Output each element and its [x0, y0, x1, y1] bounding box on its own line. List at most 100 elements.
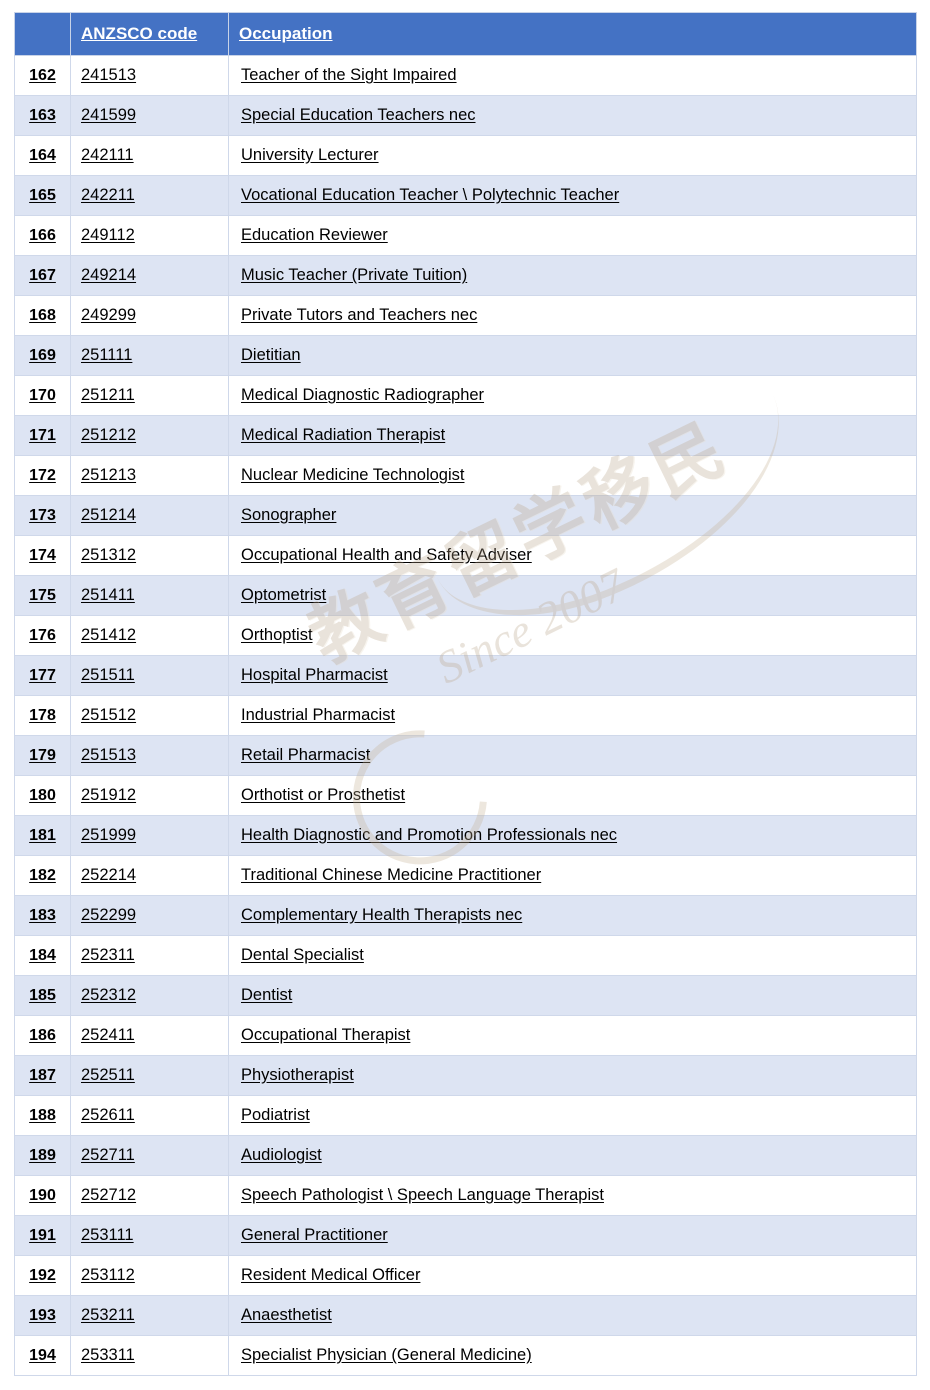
- row-index-value: 184: [29, 946, 56, 964]
- anzsco-code-value: 251412: [81, 626, 137, 644]
- row-index-value: 180: [29, 786, 56, 804]
- column-header-index: [14, 12, 71, 56]
- table-row: 186 252411 Occupational Therapist: [14, 1015, 917, 1056]
- row-index-value: 163: [29, 106, 56, 124]
- occupation-cell: Anaesthetist: [228, 1295, 917, 1336]
- occupation-cell: Music Teacher (Private Tuition): [228, 255, 917, 296]
- row-index-value: 185: [29, 986, 56, 1004]
- occupation-cell: Physiotherapist: [228, 1055, 917, 1096]
- table-row: 164 242111 University Lecturer: [14, 135, 917, 176]
- anzsco-code-cell: 241513: [70, 55, 229, 96]
- anzsco-code-value: 252299: [81, 906, 137, 924]
- row-index-cell: 168: [14, 295, 71, 336]
- anzsco-code-value: 251912: [81, 786, 137, 804]
- anzsco-code-cell: 253112: [70, 1255, 229, 1296]
- anzsco-code-cell: 251214: [70, 495, 229, 536]
- table-row: 175 251411 Optometrist: [14, 575, 917, 616]
- anzsco-code-value: 251111: [81, 346, 133, 364]
- anzsco-code-cell: 252311: [70, 935, 229, 976]
- occupation-value: Medical Diagnostic Radiographer: [241, 386, 485, 404]
- row-index-value: 168: [29, 306, 56, 324]
- anzsco-code-cell: 242211: [70, 175, 229, 216]
- occupation-value: Occupational Health and Safety Adviser: [241, 546, 532, 564]
- occupation-cell: Complementary Health Therapists nec: [228, 895, 917, 936]
- anzsco-code-cell: 252511: [70, 1055, 229, 1096]
- occupation-cell: Specialist Physician (General Medicine): [228, 1335, 917, 1376]
- row-index-value: 172: [29, 466, 56, 484]
- occupation-value: Nuclear Medicine Technologist: [241, 466, 465, 484]
- row-index-value: 194: [29, 1346, 56, 1364]
- anzsco-code-cell: 253111: [70, 1215, 229, 1256]
- row-index-value: 169: [29, 346, 56, 364]
- row-index-value: 189: [29, 1146, 56, 1164]
- occupation-cell: Dental Specialist: [228, 935, 917, 976]
- occupation-value: Dental Specialist: [241, 946, 364, 964]
- row-index-value: 170: [29, 386, 56, 404]
- table-row: 180 251912 Orthotist or Prosthetist: [14, 775, 917, 816]
- table-row: 179 251513 Retail Pharmacist: [14, 735, 917, 776]
- table-row: 182 252214 Traditional Chinese Medicine Pr…: [14, 855, 917, 896]
- anzsco-code-value: 252311: [81, 946, 135, 964]
- occupation-cell: Hospital Pharmacist: [228, 655, 917, 696]
- occupation-value: Specialist Physician (General Medicine): [241, 1346, 532, 1364]
- anzsco-code-value: 251511: [81, 666, 135, 684]
- table-row: 163 241599 Special Education Teachers nec: [14, 95, 917, 136]
- table-row: 173 251214 Sonographer: [14, 495, 917, 536]
- row-index-cell: 185: [14, 975, 71, 1016]
- anzsco-code-cell: 242111: [70, 135, 229, 176]
- anzsco-code-cell: 251411: [70, 575, 229, 616]
- anzsco-code-value: 251513: [81, 746, 137, 764]
- occupation-cell: Nuclear Medicine Technologist: [228, 455, 917, 496]
- row-index-value: 171: [29, 426, 56, 444]
- anzsco-code-value: 249112: [81, 226, 135, 244]
- row-index-cell: 172: [14, 455, 71, 496]
- occupation-cell: Dentist: [228, 975, 917, 1016]
- anzsco-code-cell: 241599: [70, 95, 229, 136]
- anzsco-code-cell: 251513: [70, 735, 229, 776]
- occupation-cell: Resident Medical Officer: [228, 1255, 917, 1296]
- anzsco-code-cell: 251511: [70, 655, 229, 696]
- occupation-cell: Orthotist or Prosthetist: [228, 775, 917, 816]
- anzsco-code-cell: 252312: [70, 975, 229, 1016]
- table-row: 171 251212 Medical Radiation Therapist: [14, 415, 917, 456]
- table-header-row: ANZSCO code Occupation: [14, 12, 917, 56]
- row-index-value: 179: [29, 746, 56, 764]
- row-index-value: 162: [29, 66, 56, 84]
- row-index-value: 190: [29, 1186, 56, 1204]
- table-row: 191 253111 General Practitioner: [14, 1215, 917, 1256]
- occupation-value: Complementary Health Therapists nec: [241, 906, 523, 924]
- table-row: 166 249112 Education Reviewer: [14, 215, 917, 256]
- table-row: 190 252712 Speech Pathologist \ Speech Lan…: [14, 1175, 917, 1216]
- anzsco-code-value: 251512: [81, 706, 137, 724]
- table-row: 192 253112 Resident Medical Officer: [14, 1255, 917, 1296]
- occupation-value: Dentist: [241, 986, 293, 1004]
- row-index-value: 165: [29, 186, 56, 204]
- occupation-value: Orthoptist: [241, 626, 313, 644]
- table-row: 187 252511 Physiotherapist: [14, 1055, 917, 1096]
- anzsco-code-value: 249299: [81, 306, 137, 324]
- table-row: 176 251412 Orthoptist: [14, 615, 917, 656]
- occupation-value: Retail Pharmacist: [241, 746, 371, 764]
- occupation-value: Resident Medical Officer: [241, 1266, 421, 1284]
- occupation-value: Traditional Chinese Medicine Practitione…: [241, 866, 542, 884]
- table-row: 169 251111 Dietitian: [14, 335, 917, 376]
- anzsco-code-value: 253311: [81, 1346, 135, 1364]
- occupation-cell: University Lecturer: [228, 135, 917, 176]
- anzsco-code-cell: 249112: [70, 215, 229, 256]
- anzsco-code-cell: 251412: [70, 615, 229, 656]
- table-row: 165 242211 Vocational Education Teacher \ …: [14, 175, 917, 216]
- row-index-cell: 184: [14, 935, 71, 976]
- anzsco-code-value: 252511: [81, 1066, 135, 1084]
- occupation-cell: General Practitioner: [228, 1215, 917, 1256]
- anzsco-code-cell: 251512: [70, 695, 229, 736]
- table-row: 167 249214 Music Teacher (Private Tuition): [14, 255, 917, 296]
- occupation-value: Speech Pathologist \ Speech Language The…: [241, 1186, 604, 1204]
- occupation-value: Sonographer: [241, 506, 337, 524]
- anzsco-code-value: 253112: [81, 1266, 135, 1284]
- anzsco-code-value: 251312: [81, 546, 137, 564]
- anzsco-code-value: 249214: [81, 266, 137, 284]
- row-index-value: 166: [29, 226, 56, 244]
- occupation-cell: Orthoptist: [228, 615, 917, 656]
- row-index-value: 187: [29, 1066, 56, 1084]
- occupation-value: Audiologist: [241, 1146, 322, 1164]
